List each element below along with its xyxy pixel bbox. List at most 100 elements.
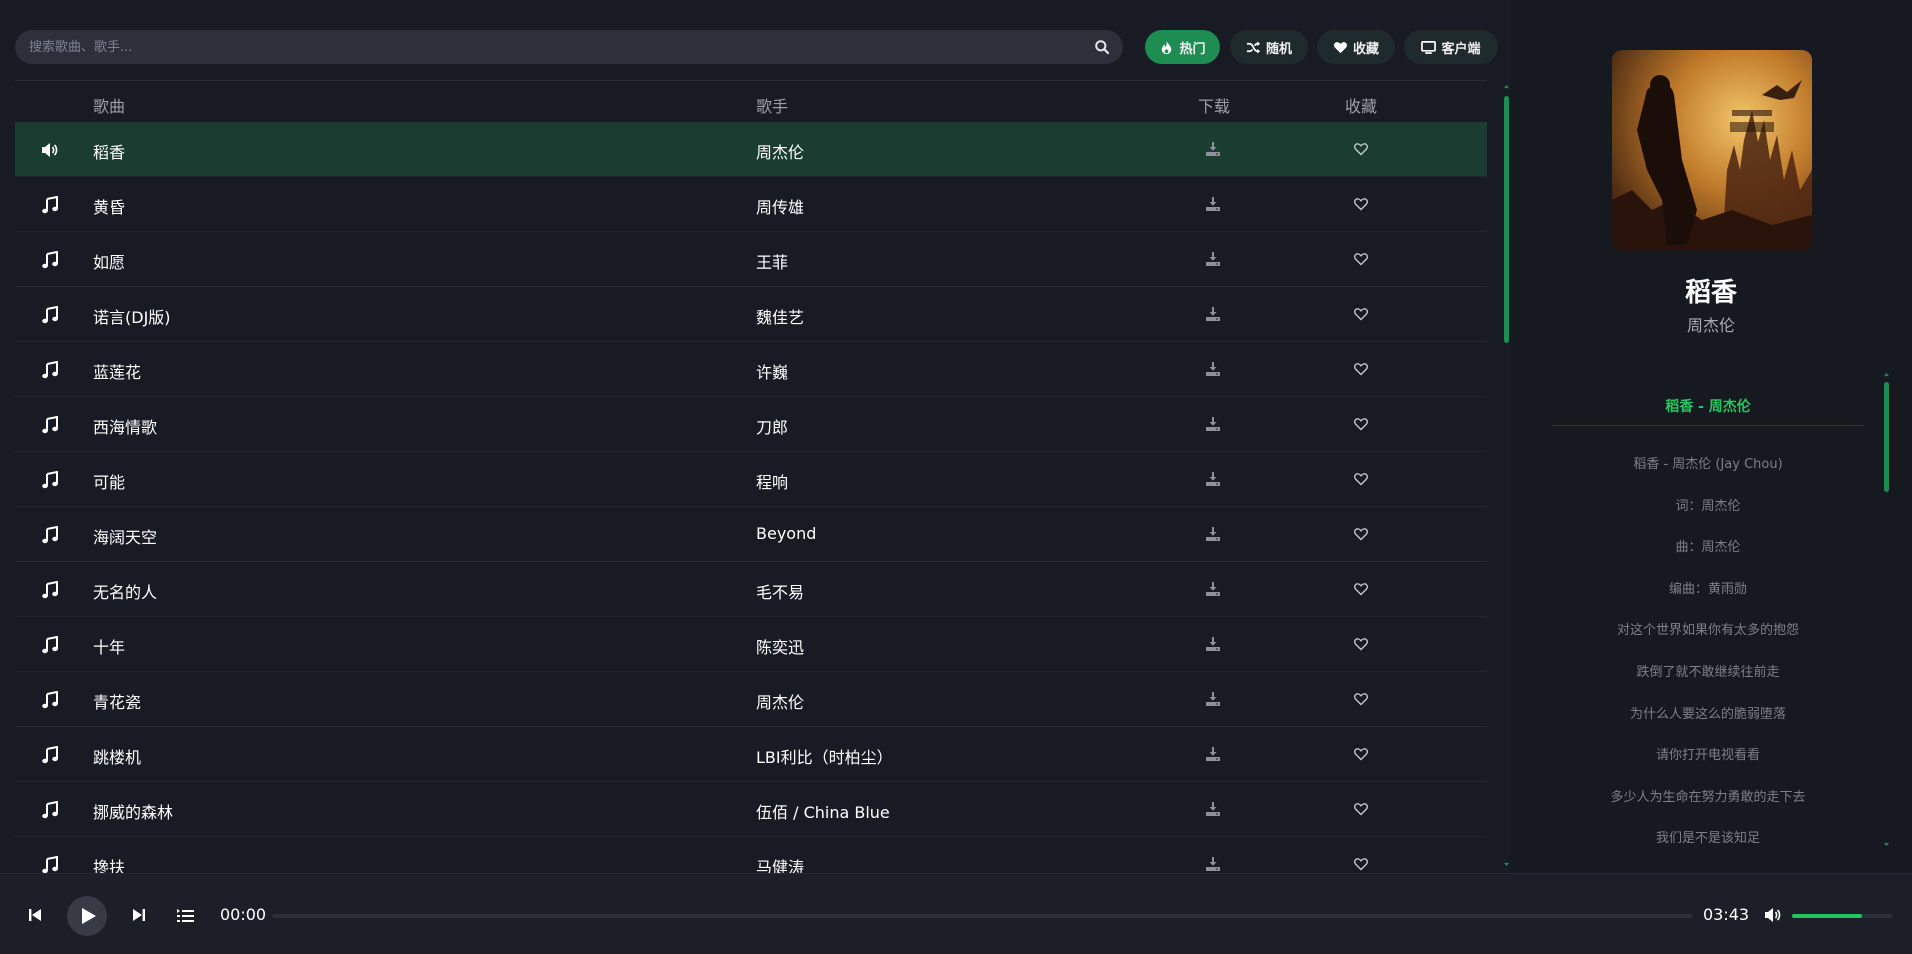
song-name[interactable]: 无名的人	[93, 579, 157, 603]
scroll-up-arrow-icon[interactable]	[1504, 84, 1509, 89]
artist-name[interactable]: 周杰伦	[756, 689, 804, 713]
download-icon[interactable]	[1205, 801, 1221, 817]
heart-outline-icon[interactable]	[1353, 526, 1369, 542]
artist-name[interactable]: 陈奕迅	[756, 634, 804, 658]
progress-bar[interactable]	[272, 914, 1692, 918]
song-name[interactable]: 跳楼机	[93, 744, 141, 768]
song-name[interactable]: 蓝莲花	[93, 359, 141, 383]
song-name[interactable]: 青花瓷	[93, 689, 141, 713]
download-icon[interactable]	[1205, 581, 1221, 597]
heart-outline-icon[interactable]	[1353, 306, 1369, 322]
download-icon[interactable]	[1205, 251, 1221, 267]
artist-name[interactable]: 毛不易	[756, 579, 804, 603]
song-row[interactable]: 青花瓷 周杰伦	[15, 672, 1487, 727]
song-row[interactable]: 无名的人 毛不易	[15, 562, 1487, 617]
song-name[interactable]: 如愿	[93, 249, 125, 273]
artist-name[interactable]: 马健涛	[756, 854, 804, 874]
song-row[interactable]: 十年 陈奕迅	[15, 617, 1487, 672]
lyric-line: 为什么人要这么的脆弱堕落	[1629, 706, 1786, 722]
download-icon[interactable]	[1205, 416, 1221, 432]
scroll-down-arrow-icon[interactable]	[1504, 862, 1509, 867]
download-icon[interactable]	[1205, 526, 1221, 542]
heart-outline-icon[interactable]	[1353, 141, 1369, 157]
search-input[interactable]	[29, 30, 1069, 64]
lyrics-scroll-up-icon[interactable]	[1884, 372, 1889, 377]
lyric-line: 曲：周杰伦	[1675, 540, 1741, 556]
lyrics-scroll-down-icon[interactable]	[1884, 842, 1889, 847]
artist-name[interactable]: 伍佰 / China Blue	[756, 799, 890, 823]
song-name[interactable]: 挪威的森林	[93, 799, 173, 823]
song-row[interactable]: 蓝莲花 许巍	[15, 342, 1487, 397]
download-icon[interactable]	[1205, 471, 1221, 487]
song-row[interactable]: 搀扶 马健涛	[15, 837, 1487, 874]
artist-name[interactable]: 许巍	[756, 359, 788, 383]
song-name[interactable]: 可能	[93, 469, 125, 493]
heart-outline-icon[interactable]	[1353, 856, 1369, 872]
song-name[interactable]: 海阔天空	[93, 524, 157, 548]
song-row[interactable]: 如愿 王菲	[15, 232, 1487, 287]
search-box[interactable]	[15, 30, 1123, 64]
song-row[interactable]: 黄昏 周传雄	[15, 177, 1487, 232]
hot-button-label: 热门	[1179, 41, 1206, 57]
lyrics-scrollbar[interactable]	[1884, 372, 1889, 847]
song-list-scrollbar[interactable]	[1504, 84, 1509, 868]
music-note-icon	[42, 361, 58, 379]
next-track-icon[interactable]	[132, 908, 146, 922]
download-icon[interactable]	[1205, 746, 1221, 762]
heart-outline-icon[interactable]	[1353, 801, 1369, 817]
download-icon[interactable]	[1205, 196, 1221, 212]
song-row[interactable]: 跳楼机 LBI利比（时柏尘）	[15, 727, 1487, 782]
song-row[interactable]: 诺言(DJ版) 魏佳艺	[15, 287, 1487, 342]
song-name[interactable]: 诺言(DJ版)	[93, 304, 171, 328]
download-icon[interactable]	[1205, 306, 1221, 322]
download-icon[interactable]	[1205, 141, 1221, 157]
download-icon[interactable]	[1205, 636, 1221, 652]
download-icon[interactable]	[1205, 691, 1221, 707]
song-row[interactable]: 挪威的森林 伍佰 / China Blue	[15, 782, 1487, 837]
desktop-icon	[1421, 40, 1437, 54]
artist-name[interactable]: 王菲	[756, 249, 788, 273]
song-name[interactable]: 十年	[93, 634, 125, 658]
search-icon[interactable]	[1094, 39, 1110, 55]
artist-name[interactable]: Beyond	[756, 524, 816, 543]
artist-name[interactable]: 魏佳艺	[756, 304, 804, 328]
artist-name[interactable]: 程响	[756, 469, 788, 493]
heart-outline-icon[interactable]	[1353, 746, 1369, 762]
volume-icon[interactable]	[1764, 907, 1782, 923]
hot-button[interactable]: 热门	[1145, 30, 1220, 64]
header-artist: 歌手	[756, 97, 789, 116]
heart-outline-icon[interactable]	[1353, 416, 1369, 432]
favorites-button[interactable]: 收藏	[1317, 30, 1395, 64]
shuffle-button[interactable]: 随机	[1230, 30, 1308, 64]
heart-outline-icon[interactable]	[1353, 636, 1369, 652]
playlist-icon[interactable]	[176, 908, 194, 924]
song-row[interactable]: 海阔天空 Beyond	[15, 507, 1487, 562]
download-icon[interactable]	[1205, 856, 1221, 872]
song-row[interactable]: 可能 程响	[15, 452, 1487, 507]
artist-name[interactable]: 刀郎	[756, 414, 788, 438]
song-name[interactable]: 稻香	[93, 139, 125, 163]
heart-outline-icon[interactable]	[1353, 581, 1369, 597]
heart-outline-icon[interactable]	[1353, 691, 1369, 707]
scrollbar-thumb[interactable]	[1504, 96, 1509, 343]
artist-name[interactable]: LBI利比（时柏尘）	[756, 744, 893, 768]
song-name[interactable]: 黄昏	[93, 194, 125, 218]
heart-outline-icon[interactable]	[1353, 471, 1369, 487]
volume-slider[interactable]	[1792, 914, 1892, 918]
play-button[interactable]	[67, 896, 107, 936]
song-name[interactable]: 搀扶	[93, 854, 125, 874]
previous-track-icon[interactable]	[28, 908, 42, 922]
play-icon	[81, 908, 96, 924]
download-icon[interactable]	[1205, 361, 1221, 377]
heart-outline-icon[interactable]	[1353, 251, 1369, 267]
music-note-icon	[42, 251, 58, 269]
lyrics-scrollbar-thumb[interactable]	[1884, 382, 1889, 492]
artist-name[interactable]: 周传雄	[756, 194, 804, 218]
song-row[interactable]: 稻香 周杰伦	[15, 122, 1487, 177]
song-name[interactable]: 西海情歌	[93, 414, 157, 438]
artist-name[interactable]: 周杰伦	[756, 139, 804, 163]
heart-outline-icon[interactable]	[1353, 196, 1369, 212]
song-row[interactable]: 西海情歌 刀郎	[15, 397, 1487, 452]
heart-outline-icon[interactable]	[1353, 361, 1369, 377]
client-button[interactable]: 客户端	[1404, 30, 1498, 64]
